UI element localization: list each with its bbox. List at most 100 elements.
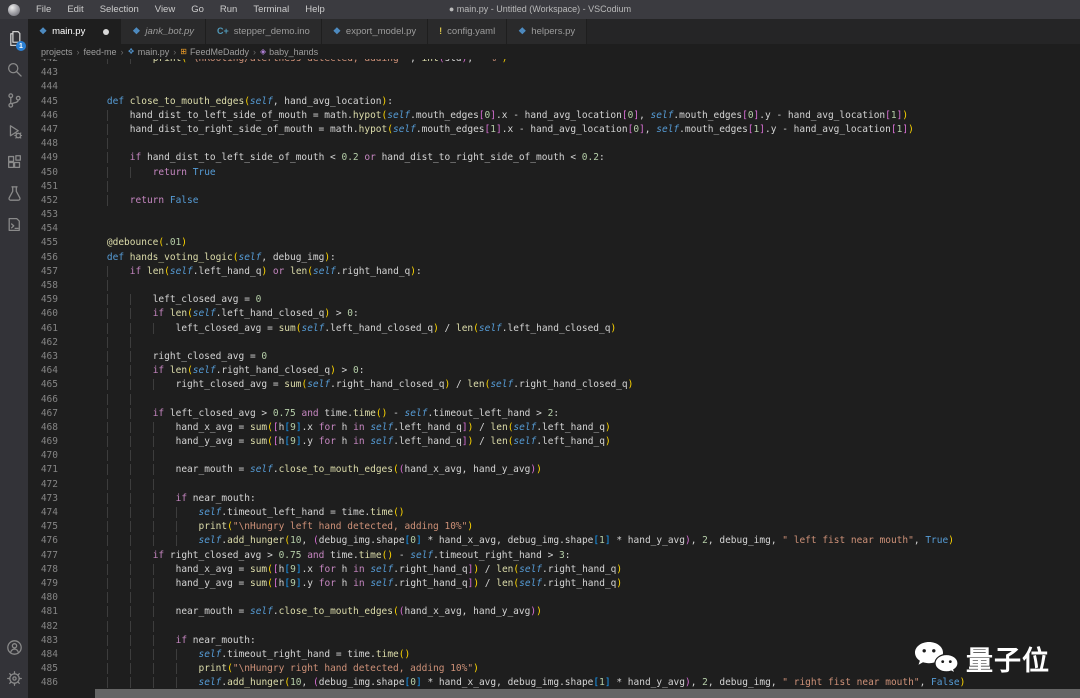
- code-line[interactable]: 444: [28, 80, 1080, 94]
- code-line[interactable]: 463 right_closed_avg = 0: [28, 350, 1080, 364]
- line-number[interactable]: 460: [28, 307, 84, 321]
- line-number[interactable]: 486: [28, 676, 84, 690]
- code-line[interactable]: 467 if left_closed_avg > 0.75 and time.t…: [28, 407, 1080, 421]
- code-line[interactable]: 469 hand_y_avg = sum([h[9].y for h in se…: [28, 435, 1080, 449]
- menu-view[interactable]: View: [147, 0, 183, 19]
- menu-edit[interactable]: Edit: [59, 0, 91, 19]
- line-number[interactable]: 442: [28, 59, 84, 66]
- line-number[interactable]: 477: [28, 549, 84, 563]
- code-line[interactable]: 474 self.timeout_left_hand = time.time(): [28, 506, 1080, 520]
- line-number[interactable]: 485: [28, 662, 84, 676]
- line-number[interactable]: 454: [28, 222, 84, 236]
- code-line[interactable]: 449 if hand_dist_to_left_side_of_mouth <…: [28, 151, 1080, 165]
- line-number[interactable]: 465: [28, 378, 84, 392]
- line-number[interactable]: 443: [28, 66, 84, 80]
- line-number[interactable]: 474: [28, 506, 84, 520]
- breadcrumb-item-projects[interactable]: projects: [41, 47, 73, 57]
- line-number[interactable]: 467: [28, 407, 84, 421]
- line-number[interactable]: 463: [28, 350, 84, 364]
- line-number[interactable]: 462: [28, 336, 84, 350]
- testing-icon[interactable]: [0, 178, 28, 209]
- code-line[interactable]: 459 left_closed_avg = 0: [28, 293, 1080, 307]
- menu-terminal[interactable]: Terminal: [245, 0, 297, 19]
- line-number[interactable]: 470: [28, 449, 84, 463]
- output-icon[interactable]: [0, 209, 28, 240]
- code-line[interactable]: 445 def close_to_mouth_edges(self, hand_…: [28, 95, 1080, 109]
- code-line[interactable]: 465 right_closed_avg = sum(self.right_ha…: [28, 378, 1080, 392]
- menu-run[interactable]: Run: [212, 0, 245, 19]
- code-line[interactable]: 476 self.add_hunger(10, (debug_img.shape…: [28, 534, 1080, 548]
- code-line[interactable]: 481 near_mouth = self.close_to_mouth_edg…: [28, 605, 1080, 619]
- breadcrumb-item-main.py[interactable]: ❖main.py: [128, 47, 170, 57]
- menu-file[interactable]: File: [28, 0, 59, 19]
- code-line[interactable]: 457 if len(self.left_hand_q) or len(self…: [28, 265, 1080, 279]
- menu-help[interactable]: Help: [297, 0, 333, 19]
- line-number[interactable]: 459: [28, 293, 84, 307]
- line-number[interactable]: 446: [28, 109, 84, 123]
- code-editor[interactable]: 442 print("\nRooting/alertness detected,…: [28, 59, 1080, 698]
- code-line[interactable]: 454: [28, 222, 1080, 236]
- line-number[interactable]: 458: [28, 279, 84, 293]
- line-number[interactable]: 481: [28, 605, 84, 619]
- code-line[interactable]: 482: [28, 620, 1080, 634]
- line-number[interactable]: 451: [28, 180, 84, 194]
- code-line[interactable]: 442 print("\nRooting/alertness detected,…: [28, 59, 1080, 66]
- menu-go[interactable]: Go: [183, 0, 212, 19]
- line-number[interactable]: 461: [28, 322, 84, 336]
- source-control-icon[interactable]: [0, 85, 28, 116]
- code-line[interactable]: 480: [28, 591, 1080, 605]
- code-line[interactable]: 462: [28, 336, 1080, 350]
- line-number[interactable]: 471: [28, 463, 84, 477]
- code-line[interactable]: 455 @debounce(.01): [28, 236, 1080, 250]
- code-line[interactable]: 450 return True: [28, 166, 1080, 180]
- line-number[interactable]: 468: [28, 421, 84, 435]
- tab-export_model.py[interactable]: ❖export_model.py: [322, 19, 428, 44]
- tab-stepper_demo.ino[interactable]: C+stepper_demo.ino: [206, 19, 322, 44]
- line-number[interactable]: 475: [28, 520, 84, 534]
- code-line[interactable]: 471 near_mouth = self.close_to_mouth_edg…: [28, 463, 1080, 477]
- line-number[interactable]: 452: [28, 194, 84, 208]
- breadcrumb-item-FeedMeDaddy[interactable]: ⊞FeedMeDaddy: [180, 47, 249, 57]
- line-number[interactable]: 478: [28, 563, 84, 577]
- code-line[interactable]: 456 def hands_voting_logic(self, debug_i…: [28, 251, 1080, 265]
- line-number[interactable]: 473: [28, 492, 84, 506]
- search-icon[interactable]: [0, 54, 28, 85]
- line-number[interactable]: 472: [28, 478, 84, 492]
- line-number[interactable]: 476: [28, 534, 84, 548]
- line-number[interactable]: 448: [28, 137, 84, 151]
- account-icon[interactable]: [0, 632, 28, 663]
- code-line[interactable]: 460 if len(self.left_hand_closed_q) > 0:: [28, 307, 1080, 321]
- line-number[interactable]: 483: [28, 634, 84, 648]
- code-line[interactable]: 478 hand_x_avg = sum([h[9].x for h in se…: [28, 563, 1080, 577]
- line-number[interactable]: 480: [28, 591, 84, 605]
- explorer-icon[interactable]: 1: [0, 23, 28, 54]
- code-line[interactable]: 461 left_closed_avg = sum(self.left_hand…: [28, 322, 1080, 336]
- tab-jank_bot.py[interactable]: ❖jank_bot.py: [121, 19, 206, 44]
- code-line[interactable]: 451: [28, 180, 1080, 194]
- line-number[interactable]: 456: [28, 251, 84, 265]
- code-line[interactable]: 464 if len(self.right_hand_closed_q) > 0…: [28, 364, 1080, 378]
- line-number[interactable]: 444: [28, 80, 84, 94]
- line-number[interactable]: 484: [28, 648, 84, 662]
- extensions-icon[interactable]: [0, 147, 28, 178]
- menu-selection[interactable]: Selection: [92, 0, 147, 19]
- code-line[interactable]: 472: [28, 478, 1080, 492]
- code-line[interactable]: 468 hand_x_avg = sum([h[9].x for h in se…: [28, 421, 1080, 435]
- line-number[interactable]: 450: [28, 166, 84, 180]
- modified-dot-icon[interactable]: [103, 29, 109, 35]
- line-number[interactable]: 453: [28, 208, 84, 222]
- breadcrumb-item-feed-me[interactable]: feed-me: [84, 47, 117, 57]
- code-line[interactable]: 446 hand_dist_to_left_side_of_mouth = ma…: [28, 109, 1080, 123]
- line-number[interactable]: 447: [28, 123, 84, 137]
- code-line[interactable]: 466: [28, 393, 1080, 407]
- horizontal-scrollbar[interactable]: [95, 689, 1080, 698]
- code-line[interactable]: 448: [28, 137, 1080, 151]
- code-line[interactable]: 479 hand_y_avg = sum([h[9].y for h in se…: [28, 577, 1080, 591]
- code-line[interactable]: 453: [28, 208, 1080, 222]
- line-number[interactable]: 466: [28, 393, 84, 407]
- tab-helpers.py[interactable]: ❖helpers.py: [507, 19, 587, 44]
- line-number[interactable]: 449: [28, 151, 84, 165]
- run-debug-icon[interactable]: [0, 116, 28, 147]
- tab-main.py[interactable]: ❖main.py: [28, 19, 121, 44]
- code-line[interactable]: 447 hand_dist_to_right_side_of_mouth = m…: [28, 123, 1080, 137]
